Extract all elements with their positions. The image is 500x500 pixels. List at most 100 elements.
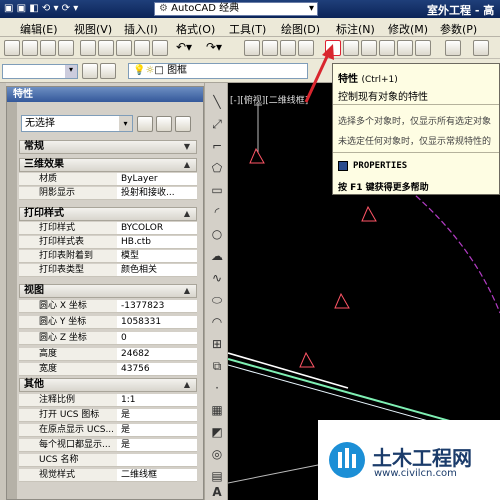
chevron-down-icon: ▾ [65, 65, 77, 78]
gradient-icon[interactable]: ◩ [209, 425, 225, 439]
cut-icon[interactable] [80, 40, 96, 56]
palette-title-bar[interactable]: 特性 [7, 87, 203, 102]
menu-parametric[interactable]: 参数(P) [440, 21, 477, 37]
select-objects-icon[interactable] [156, 116, 172, 132]
property-row[interactable]: 在原点显示 UCS... 是 [19, 424, 197, 437]
undo-icon[interactable]: ↶▾ [176, 40, 192, 54]
sheet-set-icon[interactable] [379, 40, 395, 56]
menu-dimension[interactable]: 标注(N) [336, 21, 375, 37]
workspace-dropdown[interactable]: ⚙ AutoCAD 经典 ▾ [154, 2, 318, 16]
property-row[interactable]: 圆心 X 坐标 -1377823 [19, 300, 197, 313]
table-icon[interactable]: ▤ [209, 469, 225, 483]
properties-tooltip: 特性 (Ctrl+1) 控制现有对象的特性 选择多个对象时，仅显示所有选定对象 … [332, 63, 500, 195]
property-value: 投射和接收... [117, 187, 197, 199]
property-key: 打印表附着到 [19, 250, 117, 262]
section-label: 打印样式 [24, 208, 64, 219]
design-center-icon[interactable] [343, 40, 359, 56]
menu-edit[interactable]: 编辑(E) [20, 21, 58, 37]
property-row[interactable]: 打印样式表 HB.ctb [19, 236, 197, 249]
selection-dropdown[interactable]: 无选择 ▾ [21, 115, 133, 132]
markup-icon[interactable] [397, 40, 413, 56]
section-general[interactable]: 常规 ▼ [19, 140, 197, 154]
menu-tools[interactable]: 工具(T) [229, 21, 266, 37]
property-row[interactable]: 打开 UCS 图标是 [19, 409, 197, 422]
text-style-icon[interactable] [473, 40, 489, 56]
polygon-icon[interactable]: ⬠ [209, 161, 225, 175]
workspace-settings-icon[interactable] [82, 63, 98, 79]
civilcn-logo-icon [329, 442, 365, 478]
section-3d-effects[interactable]: 三维效果 ▲ [19, 158, 197, 172]
point-icon[interactable]: · [209, 381, 225, 395]
block-editor-icon[interactable] [152, 40, 168, 56]
pan-icon[interactable] [244, 40, 260, 56]
property-row[interactable]: 材质 ByLayer [19, 173, 197, 186]
property-row[interactable]: 打印样式 BYCOLOR [19, 222, 197, 235]
tooltip-title-row: 特性 (Ctrl+1) [338, 70, 398, 85]
open-icon[interactable] [22, 40, 38, 56]
layer-manager-icon[interactable] [100, 63, 116, 79]
zoom-window-icon[interactable] [280, 40, 296, 56]
property-row[interactable]: 打印表类型 颜色相关 [19, 264, 197, 277]
match-properties-icon[interactable] [134, 40, 150, 56]
tooltip-divider [333, 104, 499, 105]
save-icon[interactable] [40, 40, 56, 56]
menu-modify[interactable]: 修改(M) [388, 21, 428, 37]
section-view[interactable]: 视图 ▲ [19, 284, 197, 298]
property-row[interactable]: 圆心 Z 坐标 0 [19, 332, 197, 345]
quick-access-icons[interactable]: ▣ ▣ ◧ ⟲ ▾ ⟳ ▾ [4, 3, 78, 14]
region-icon[interactable]: ◎ [209, 447, 225, 461]
chevron-up-icon: ▲ [183, 380, 190, 389]
ellipse-arc-icon[interactable]: ◠ [209, 315, 225, 329]
menu-format[interactable]: 格式(O) [176, 21, 215, 37]
workspace-combo[interactable]: ▾ [2, 64, 78, 79]
property-row[interactable]: 打印表附着到 模型 [19, 250, 197, 263]
ellipse-icon[interactable]: ⬭ [209, 293, 225, 307]
section-misc[interactable]: 其他 ▲ [19, 378, 197, 392]
construction-line-icon[interactable]: ⤢ [209, 117, 225, 131]
spline-icon[interactable]: ∿ [209, 271, 225, 285]
arc-icon[interactable]: ◜ [209, 205, 225, 219]
new-icon[interactable] [4, 40, 20, 56]
property-row[interactable]: UCS 名称 [19, 454, 197, 467]
line-icon[interactable]: ╲ [209, 95, 225, 109]
make-block-icon[interactable]: ⧉ [209, 359, 225, 373]
copy-icon[interactable] [98, 40, 114, 56]
tool-palettes-icon[interactable] [361, 40, 377, 56]
property-key: 材质 [19, 173, 117, 185]
quick-select-icon[interactable] [175, 116, 191, 132]
menu-view[interactable]: 视图(V) [74, 21, 112, 37]
property-row[interactable]: 视觉样式 二维线框 [19, 469, 197, 482]
toggle-pickadd-icon[interactable] [137, 116, 153, 132]
property-row[interactable]: 每个视口都显示... 是 [19, 439, 197, 452]
hatch-icon[interactable]: ▦ [209, 403, 225, 417]
help-icon[interactable] [445, 40, 461, 56]
rectangle-icon[interactable]: ▭ [209, 183, 225, 197]
palette-side-handle[interactable] [7, 102, 17, 499]
draw-toolbar: ╲ ⤢ ⌐ ⬠ ▭ ◜ ○ ☁ ∿ ⬭ ◠ ⊞ ⧉ · ▦ ◩ ◎ ▤ A [204, 83, 228, 500]
multiline-text-icon[interactable]: A [209, 485, 225, 499]
paste-icon[interactable] [116, 40, 132, 56]
menu-draw[interactable]: 绘图(D) [281, 21, 320, 37]
layer-state-icons: 💡☼ [133, 65, 155, 76]
quickcalc-icon[interactable] [415, 40, 431, 56]
redo-icon[interactable]: ↷▾ [206, 40, 222, 54]
property-key: 圆心 X 坐标 [19, 300, 117, 312]
property-row[interactable]: 阴影显示 投射和接收... [19, 187, 197, 200]
property-row[interactable]: 高度 24682 [19, 348, 197, 361]
layer-dropdown[interactable]: 💡☼□ 图框 [128, 63, 308, 79]
section-plot-style[interactable]: 打印样式 ▲ [19, 207, 197, 221]
property-row[interactable]: 圆心 Y 坐标 1058331 [19, 316, 197, 329]
menu-insert[interactable]: 插入(I) [124, 21, 158, 37]
window-title: 室外工程 - 高 [427, 4, 495, 17]
property-row[interactable]: 宽度 43756 [19, 363, 197, 376]
property-key: 每个视口都显示... [19, 439, 117, 451]
circle-icon[interactable]: ○ [209, 227, 225, 241]
zoom-realtime-icon[interactable] [262, 40, 278, 56]
revision-cloud-icon[interactable]: ☁ [209, 249, 225, 263]
print-icon[interactable] [58, 40, 74, 56]
property-value: HB.ctb [117, 236, 197, 248]
insert-block-icon[interactable]: ⊞ [209, 337, 225, 351]
polyline-icon[interactable]: ⌐ [209, 139, 225, 153]
property-row[interactable]: 注释比例 1:1 [19, 394, 197, 407]
layer-color-icon: □ [154, 65, 164, 76]
